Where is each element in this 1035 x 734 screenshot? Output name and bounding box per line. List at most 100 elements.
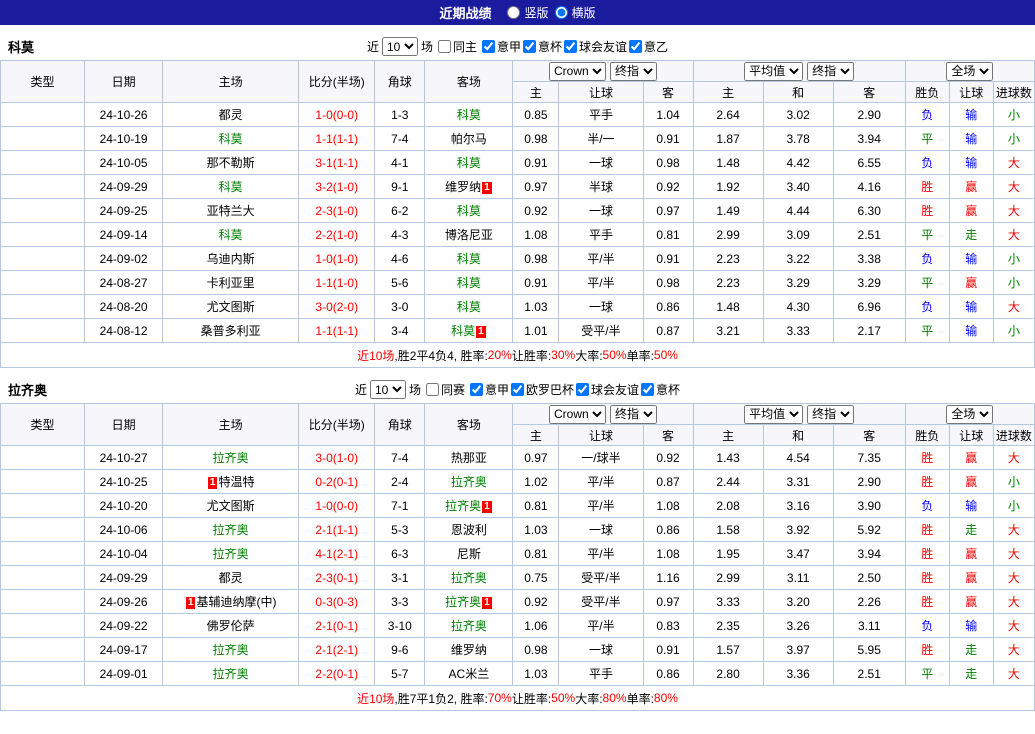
home-team[interactable]: 都灵 [162,565,300,590]
view-option-horizontal[interactable]: 横版 [553,4,596,21]
away-team[interactable]: 科莫 1 [424,318,514,343]
score-halftime[interactable]: 1-0(1-0) [298,246,376,271]
away-team[interactable]: 维罗纳 1 [424,174,514,199]
home-team[interactable]: 科莫 [162,174,300,199]
league-filter-option[interactable]: 意甲 [480,38,521,55]
score-halftime[interactable]: 2-2(0-1) [298,661,376,686]
away-team[interactable]: 科莫 [424,150,514,175]
view-option-vertical[interactable]: 竖版 [505,4,549,21]
home-team[interactable]: 卡利亚里 [162,270,300,295]
odds-time-select[interactable]: 终指 [609,404,657,424]
away-team[interactable]: 拉齐奥 [424,613,514,638]
away-team[interactable]: 博洛尼亚 [424,222,514,247]
avg-time-select[interactable]: 终指 [807,404,855,424]
away-team[interactable]: AC米兰 [424,661,514,686]
same-venue-option[interactable]: 同主 [436,38,477,55]
league-filter-option[interactable]: 意杯 [521,38,562,55]
score-halftime[interactable]: 4-1(2-1) [298,541,376,566]
avg-draw: 3.31 [762,469,834,494]
fulltime-select[interactable]: 全场 [946,61,994,81]
home-team[interactable]: 都灵 [162,102,300,127]
league-checkbox[interactable] [629,39,643,53]
home-team[interactable]: 尤文图斯 [162,294,300,319]
home-team[interactable]: 科莫 [162,222,300,247]
same-venue-checkbox[interactable] [437,40,451,53]
vertical-radio[interactable] [507,6,521,19]
fulltime-select[interactable]: 全场 [946,404,994,424]
horizontal-radio[interactable] [554,6,568,19]
away-team[interactable]: 科莫 [424,270,514,295]
league-filter-option[interactable]: 意杯 [639,381,680,398]
avg-away: 6.96 [832,294,906,319]
league-checkbox[interactable] [564,39,578,53]
home-team[interactable]: 乌迪内斯 [162,246,300,271]
recent-count-select[interactable]: 10 [369,380,406,399]
away-team[interactable]: 拉齐奥 1 [424,493,514,518]
away-team[interactable]: 科莫 [424,294,514,319]
away-team[interactable]: 拉齐奥 [424,469,514,494]
score-halftime[interactable]: 1-1(1-0) [298,270,376,295]
recent-count-select[interactable]: 10 [381,37,418,56]
away-team[interactable]: 科莫 [424,246,514,271]
score-halftime[interactable]: 3-0(2-0) [298,294,376,319]
home-team[interactable]: 拉齐奥 [162,517,300,542]
score-halftime[interactable]: 1-0(0-0) [298,102,376,127]
league-filter-option[interactable]: 意乙 [627,38,668,55]
odds-time-select[interactable]: 终指 [609,61,657,81]
same-competition-checkbox[interactable] [425,383,439,396]
away-team[interactable]: 拉齐奥 1 [424,589,514,614]
avg-home: 2.80 [692,661,764,686]
home-team[interactable]: 拉齐奥 [162,637,300,662]
score-halftime[interactable]: 3-2(1-0) [298,174,376,199]
home-team[interactable]: 科莫 [162,126,300,151]
home-team[interactable]: 桑普多利亚 [162,318,300,343]
score-halftime[interactable]: 2-1(1-1) [298,517,376,542]
score-halftime[interactable]: 2-3(1-0) [298,198,376,223]
score-halftime[interactable]: 1-1(1-1) [298,126,376,151]
score-halftime[interactable]: 0-2(0-1) [298,469,376,494]
avg-source-select[interactable]: 平均值 [744,61,804,81]
away-team[interactable]: 恩波利 [424,517,514,542]
home-team[interactable]: 拉齐奥 [162,541,300,566]
league-checkbox[interactable] [576,382,590,396]
home-team[interactable]: 尤文图斯 [162,493,300,518]
league-checkbox[interactable] [523,39,536,53]
home-team[interactable]: 佛罗伦萨 [162,613,300,638]
away-team[interactable]: 维罗纳 [424,637,514,662]
home-team[interactable]: 那不勒斯 [162,150,300,175]
score-halftime[interactable]: 1-1(1-1) [298,318,376,343]
away-team[interactable]: 尼斯 [424,541,514,566]
home-team[interactable]: 1 基辅迪纳摩(中) [162,589,300,614]
score-halftime[interactable]: 2-2(1-0) [298,222,376,247]
home-team[interactable]: 1 特温特 [162,469,300,494]
league-filter-option[interactable]: 球会友谊 [562,38,627,55]
score-halftime[interactable]: 3-1(1-1) [298,150,376,175]
odds-source-select[interactable]: Crown [548,61,606,81]
away-team[interactable]: 热那亚 [424,445,514,470]
avg-source-select[interactable]: 平均值 [744,404,804,424]
score-halftime[interactable]: 1-0(0-0) [298,493,376,518]
score-halftime[interactable]: 3-0(1-0) [298,445,376,470]
away-team[interactable]: 拉齐奥 [424,565,514,590]
league-checkbox[interactable] [511,382,524,396]
away-team[interactable]: 科莫 [424,198,514,223]
league-checkbox[interactable] [641,382,655,396]
league-checkbox[interactable] [481,39,495,53]
score-halftime[interactable]: 2-1(0-1) [298,613,376,638]
home-team[interactable]: 拉齐奥 [162,445,300,470]
score-halftime[interactable]: 0-3(0-3) [298,589,376,614]
score-halftime[interactable]: 2-1(2-1) [298,637,376,662]
away-team[interactable]: 帕尔马 [424,126,514,151]
odds-source-select[interactable]: Crown [548,404,606,424]
home-team[interactable]: 拉齐奥 [162,661,300,686]
home-team[interactable]: 亚特兰大 [162,198,300,223]
score-halftime[interactable]: 2-3(0-1) [298,565,376,590]
avg-time-select[interactable]: 终指 [807,61,855,81]
league-checkbox[interactable] [469,382,483,396]
league-filter-option[interactable]: 欧罗巴杯 [509,381,574,398]
away-team[interactable]: 科莫 [424,102,514,127]
league-filter-option[interactable]: 意甲 [468,381,509,398]
same-competition-option[interactable]: 同赛 [424,381,465,398]
page-title: 近期战绩 [439,6,492,21]
league-filter-option[interactable]: 球会友谊 [574,381,639,398]
